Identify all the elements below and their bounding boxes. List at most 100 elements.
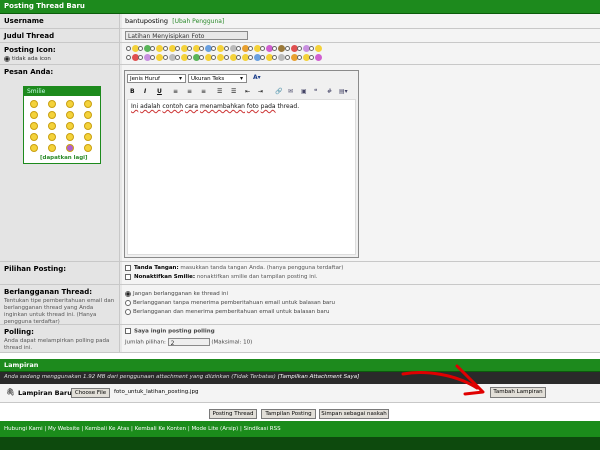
post-icon-radio[interactable] [309,46,314,51]
post-icon-radio[interactable] [248,55,253,60]
smilie-icon[interactable] [66,133,74,141]
poll-count-input[interactable]: 2 [167,337,210,346]
unordered-list-icon[interactable]: ☰ [231,88,236,97]
indent-icon[interactable]: ⇥ [258,88,263,97]
smilie-icon[interactable] [66,122,74,130]
post-icon-radio[interactable] [187,55,192,60]
footer-link[interactable]: Mode Lite (Arsip) [191,426,238,432]
post-icon-radio[interactable] [174,55,180,60]
font-select[interactable]: Jenis Huruf [127,74,186,83]
smilie-icon[interactable] [84,100,92,108]
polling-checkbox[interactable] [125,328,131,334]
no-icon-radio[interactable] [4,55,10,62]
image-icon[interactable]: ▣ [301,88,307,97]
footer-link[interactable]: Hubungi Kami [4,426,43,432]
text-color-icon[interactable]: A▾ [253,74,261,83]
smilie-icon[interactable] [48,133,56,141]
smilie-icon[interactable] [48,122,56,130]
post-icon-radio[interactable] [260,46,266,51]
post-icon-radio[interactable] [126,55,131,60]
post-icon-radio[interactable] [211,46,217,51]
smilie-icon[interactable] [30,122,38,130]
footer-link[interactable]: Sindikasi RSS [244,426,281,432]
smilie-icon[interactable] [30,133,38,141]
post-icon-radio[interactable] [235,46,241,51]
size-select[interactable]: Ukuran Teks [188,74,247,83]
subscribe-none-radio[interactable] [125,290,131,297]
underline-button[interactable]: U [157,88,162,97]
show-attachments-link[interactable]: [Tampilkan Attachment Saya] [278,374,360,380]
insert-media-icon[interactable]: ▤▾ [339,88,348,97]
subscribe-no-email-radio[interactable] [125,299,131,306]
post-icon-radio[interactable] [187,46,192,51]
save-draft-button[interactable]: Simpan sebagai naskah [319,409,389,419]
ordered-list-icon[interactable]: ☰ [217,88,222,97]
code-icon[interactable]: # [327,88,332,97]
post-thread-button[interactable]: Posting Thread [209,409,257,419]
italic-button[interactable]: I [144,88,146,97]
subscribe-email-radio[interactable] [125,308,131,315]
link-icon[interactable]: 🔗 [275,88,282,97]
align-center-icon[interactable]: ≡ [187,88,192,97]
smilie-icon[interactable] [84,133,92,141]
username-row: Username bantuposting [Ubah Pengguna] [0,14,600,29]
choose-file-button[interactable]: Choose File [71,388,110,398]
add-attachment-button[interactable]: Tambah Lampiran [490,387,546,398]
post-icon-radio[interactable] [150,46,156,51]
message-label: Pesan Anda: [4,68,54,76]
post-icon-radio[interactable] [235,55,241,60]
smilie-icon[interactable] [30,100,38,108]
bold-button[interactable]: B [130,88,135,97]
post-icon-radio[interactable] [272,46,278,51]
post-icon-radio[interactable] [309,55,314,60]
post-icon-radio[interactable] [162,46,168,51]
post-icon-radio[interactable] [199,46,205,51]
outdent-icon[interactable]: ⇤ [245,88,250,97]
smilie-icon[interactable] [30,111,38,119]
post-icon-emoticon-icon [315,45,322,52]
post-icon-radio[interactable] [248,46,253,51]
smilie-icon[interactable] [66,111,74,119]
email-icon[interactable]: ✉ [288,88,293,97]
post-icon-radio[interactable] [174,46,180,51]
post-icon-radio[interactable] [284,46,290,51]
post-icon-radio[interactable] [296,46,302,51]
post-icon-radio[interactable] [150,55,156,60]
smilie-icon[interactable] [84,144,92,152]
post-icon-radio[interactable] [162,55,168,60]
smilie-icon[interactable] [48,144,56,152]
footer-link[interactable]: My Website [48,426,80,432]
subscribe-none-label: Jangan berlangganan ke thread ini [133,291,228,297]
post-icon-radio[interactable] [211,55,217,60]
smilie-icon[interactable] [66,100,74,108]
smilie-icon[interactable] [66,144,74,152]
post-icon-radio[interactable] [138,55,144,60]
post-icon-radio[interactable] [138,46,144,51]
quote-icon[interactable]: ❝ [314,88,317,97]
post-icon-radio[interactable] [296,55,302,60]
change-user-link[interactable]: [Ubah Pengguna] [172,18,224,25]
smilie-icon[interactable] [84,111,92,119]
align-left-icon[interactable]: ≡ [173,88,178,97]
post-icon-radio[interactable] [223,46,229,51]
footer-link[interactable]: Kembali Ke Konten [135,426,186,432]
post-icon-radio[interactable] [126,46,131,51]
disable-smilie-checkbox[interactable] [125,273,131,280]
smilie-icon[interactable] [48,100,56,108]
post-icon-radio[interactable] [272,55,278,60]
title-input[interactable]: Latihan Menyisipkan Foto [125,31,248,40]
more-smilies-link[interactable]: [dapatkan lagi] [40,155,88,161]
smilie-icon[interactable] [84,122,92,130]
message-textarea[interactable]: Ini adalah contoh cara menambahkan foto … [127,99,356,255]
signature-checkbox[interactable] [125,264,131,271]
smilie-icon[interactable] [48,111,56,119]
preview-post-button[interactable]: Tampilan Posting [261,409,316,419]
smilie-icon[interactable] [30,144,38,152]
message-editor: Jenis Huruf ▾ Ukuran Teks ▾ A▾ B I U ≡ ≡… [124,70,359,258]
post-icon-radio[interactable] [199,55,205,60]
footer-link[interactable]: Kembali Ke Atas [85,426,129,432]
post-icon-radio[interactable] [284,55,290,60]
align-right-icon[interactable]: ≡ [201,88,206,97]
post-icon-radio[interactable] [223,55,229,60]
post-icon-radio[interactable] [260,55,266,60]
